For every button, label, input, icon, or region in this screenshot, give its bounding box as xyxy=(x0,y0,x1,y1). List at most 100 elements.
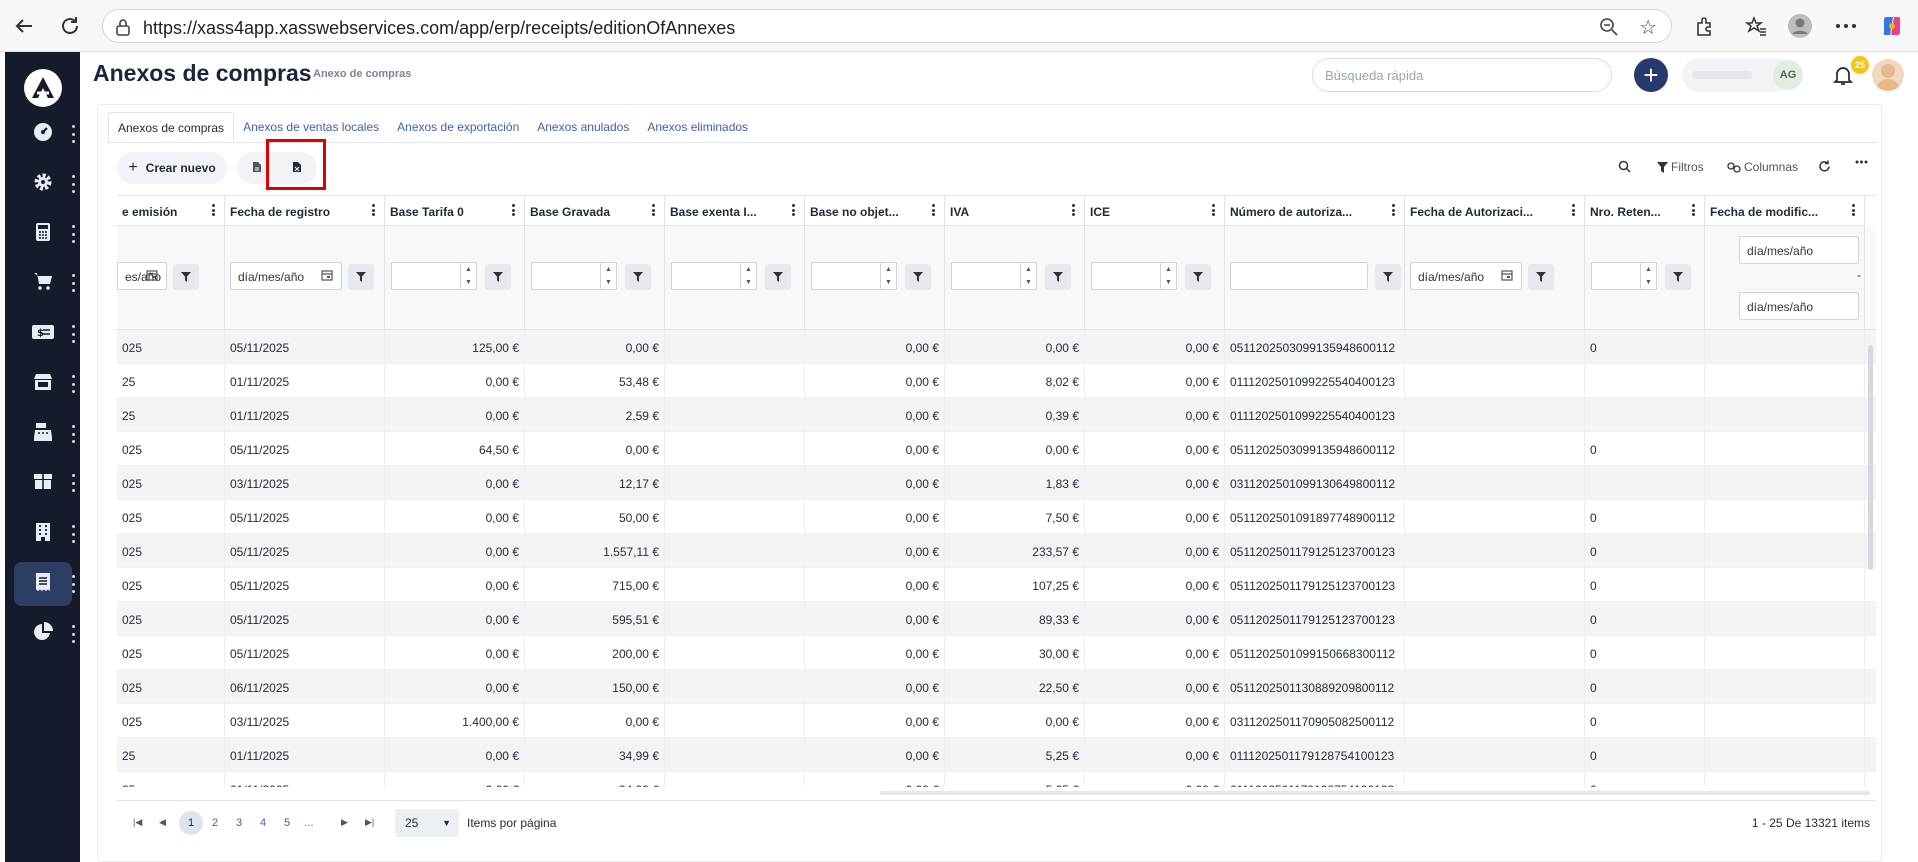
column-menu-icon[interactable] xyxy=(1692,204,1695,216)
tab-anexos-de-compras[interactable]: Anexos de compras xyxy=(108,112,235,142)
submenu-dots-icon[interactable] xyxy=(72,525,76,543)
add-button[interactable]: + xyxy=(1634,58,1668,92)
column-menu-icon[interactable] xyxy=(792,204,795,216)
calendar-icon[interactable] xyxy=(146,269,160,283)
site-info-icon[interactable] xyxy=(115,18,131,41)
column-header[interactable]: Fecha de Autorizaci... xyxy=(1405,196,1585,226)
column-menu-icon[interactable] xyxy=(1392,204,1395,216)
quick-search-input[interactable]: Búsqueda rápida xyxy=(1312,58,1612,92)
sidebar-item-money-bill[interactable]: $ xyxy=(14,312,75,356)
table-row[interactable]: 025 05/11/2025 0,00 €595,51 €0,00 €89,33 €… xyxy=(117,602,1876,636)
page-number-5[interactable]: 5 xyxy=(275,811,299,835)
submenu-dots-icon[interactable] xyxy=(72,325,76,343)
horizontal-scrollbar[interactable] xyxy=(880,791,1870,795)
sidebar-item-building[interactable] xyxy=(14,512,75,556)
column-menu-icon[interactable] xyxy=(1572,204,1575,216)
sidebar-item-dashboard-gauge[interactable] xyxy=(14,112,75,156)
app-logo[interactable] xyxy=(24,69,62,107)
number-filter-input[interactable]: ▲ ▼ xyxy=(1591,262,1657,290)
column-header[interactable]: Número de autoriza... xyxy=(1225,196,1405,226)
column-menu-icon[interactable] xyxy=(512,204,515,216)
submenu-dots-icon[interactable] xyxy=(72,625,76,643)
column-menu-icon[interactable] xyxy=(652,204,655,216)
submenu-dots-icon[interactable] xyxy=(72,175,76,193)
calendar-icon[interactable] xyxy=(321,269,335,283)
table-row[interactable]: 25 01/11/2025 0,00 €53,48 €0,00 €8,02 €0,0… xyxy=(117,364,1876,398)
page-number-2[interactable]: 2 xyxy=(203,811,227,835)
filter-funnel-button[interactable] xyxy=(1375,264,1401,290)
prev-page-icon[interactable]: ◀ xyxy=(159,817,166,828)
filter-funnel-button[interactable] xyxy=(1665,264,1691,290)
submenu-dots-icon[interactable] xyxy=(72,425,76,443)
column-header[interactable]: Fecha de modific... xyxy=(1705,196,1865,226)
extensions-icon[interactable] xyxy=(1690,12,1718,40)
table-row[interactable]: 025 03/11/2025 1.400,00 €0,00 €0,00 €0,00 … xyxy=(117,704,1876,738)
number-filter-input[interactable]: ▲ ▼ xyxy=(531,262,617,290)
table-row[interactable]: 025 06/11/2025 0,00 €150,00 €0,00 €22,50 €… xyxy=(117,670,1876,704)
filter-funnel-button[interactable] xyxy=(348,264,374,290)
export-pdf-icon[interactable] xyxy=(252,161,262,176)
submenu-dots-icon[interactable] xyxy=(72,225,76,243)
number-spinner-icon[interactable]: ▲ ▼ xyxy=(880,263,896,289)
page-number-1[interactable]: 1 xyxy=(179,811,203,835)
sidebar-item-receipt[interactable] xyxy=(14,562,75,606)
user-avatar[interactable]: AG xyxy=(1773,60,1803,90)
calendar-icon[interactable] xyxy=(1501,269,1515,283)
column-menu-icon[interactable] xyxy=(1072,204,1075,216)
column-menu-icon[interactable] xyxy=(372,204,375,216)
column-header[interactable]: Base Gravada xyxy=(525,196,665,226)
filter-funnel-button[interactable] xyxy=(625,264,651,290)
filter-funnel-button[interactable] xyxy=(1045,264,1071,290)
table-row[interactable]: 2501/11/20250,00 €34,99 €0,00 €5,25 €0,0… xyxy=(117,772,1876,787)
browser-menu-icon[interactable] xyxy=(1832,12,1860,40)
filters-button[interactable]: Filtros xyxy=(1657,160,1704,174)
number-spinner-icon[interactable]: ▲ ▼ xyxy=(600,263,616,289)
table-row[interactable]: 025 05/11/2025 0,00 €50,00 €0,00 €7,50 €0,… xyxy=(117,500,1876,534)
submenu-dots-icon[interactable] xyxy=(72,274,76,292)
date-range-to-input[interactable]: día/mes/año xyxy=(1739,292,1859,320)
submenu-dots-icon[interactable] xyxy=(72,575,76,593)
tab-anexos-de-ventas-locales[interactable]: Anexos de ventas locales xyxy=(234,112,388,142)
back-arrow-icon[interactable] xyxy=(10,12,38,40)
tab-anexos-anulados[interactable]: Anexos anulados xyxy=(528,112,638,142)
column-menu-icon[interactable] xyxy=(1852,204,1855,216)
number-filter-input[interactable]: ▲ ▼ xyxy=(671,262,757,290)
text-filter-input[interactable] xyxy=(1230,262,1368,290)
page-size-select[interactable]: 25 ▼ xyxy=(395,809,459,837)
tab-anexos-de-exportaci-n[interactable]: Anexos de exportación xyxy=(388,112,528,142)
column-header[interactable]: IVA xyxy=(945,196,1085,226)
column-header[interactable]: Fecha de registro xyxy=(225,196,385,226)
date-filter-input[interactable]: día/mes/año xyxy=(230,262,342,290)
sidebar-item-pie-chart[interactable] xyxy=(14,612,75,656)
favorites-icon[interactable] xyxy=(1742,12,1770,40)
page-number-3[interactable]: 3 xyxy=(227,811,251,835)
filter-funnel-button[interactable] xyxy=(173,264,199,290)
columns-button[interactable]: Columnas xyxy=(1727,160,1798,174)
sidebar-item-cart[interactable] xyxy=(14,261,75,305)
number-filter-input[interactable]: ▲ ▼ xyxy=(811,262,897,290)
date-range-from-input[interactable]: día/mes/año xyxy=(1739,236,1859,264)
address-bar[interactable]: https://xass4app.xasswebservices.com/app… xyxy=(102,9,1672,43)
first-page-icon[interactable]: |◀ xyxy=(133,817,142,828)
sidebar-item-gear[interactable] xyxy=(14,162,75,206)
table-row[interactable]: 25 01/11/2025 0,00 €2,59 €0,00 €0,39 €0,00… xyxy=(117,398,1876,432)
submenu-dots-icon[interactable] xyxy=(72,125,76,143)
bookmark-star-icon[interactable]: ☆ xyxy=(1639,15,1657,40)
number-filter-input[interactable]: ▲ ▼ xyxy=(1091,262,1177,290)
number-spinner-icon[interactable]: ▲ ▼ xyxy=(1020,263,1036,289)
column-header[interactable]: e emisión xyxy=(117,196,225,226)
sidebar-item-box[interactable] xyxy=(14,461,75,505)
zoom-out-icon[interactable] xyxy=(1599,17,1619,42)
last-page-icon[interactable]: ▶| xyxy=(365,817,374,828)
refresh-icon[interactable] xyxy=(1818,160,1831,173)
column-menu-icon[interactable] xyxy=(1212,204,1215,216)
sidebar-item-cash-register[interactable] xyxy=(14,412,75,456)
vertical-scrollbar[interactable] xyxy=(1868,345,1873,570)
filter-funnel-button[interactable] xyxy=(1185,264,1211,290)
page-number-4[interactable]: 4 xyxy=(251,811,275,835)
table-row[interactable]: 025 05/11/2025 125,00 €0,00 €0,00 €0,00 €0… xyxy=(117,330,1876,364)
next-page-icon[interactable]: ▶ xyxy=(341,817,348,828)
sidebar-item-calculator[interactable] xyxy=(14,212,75,256)
browser-profile-icon[interactable] xyxy=(1786,12,1814,40)
column-menu-icon[interactable] xyxy=(212,204,215,216)
